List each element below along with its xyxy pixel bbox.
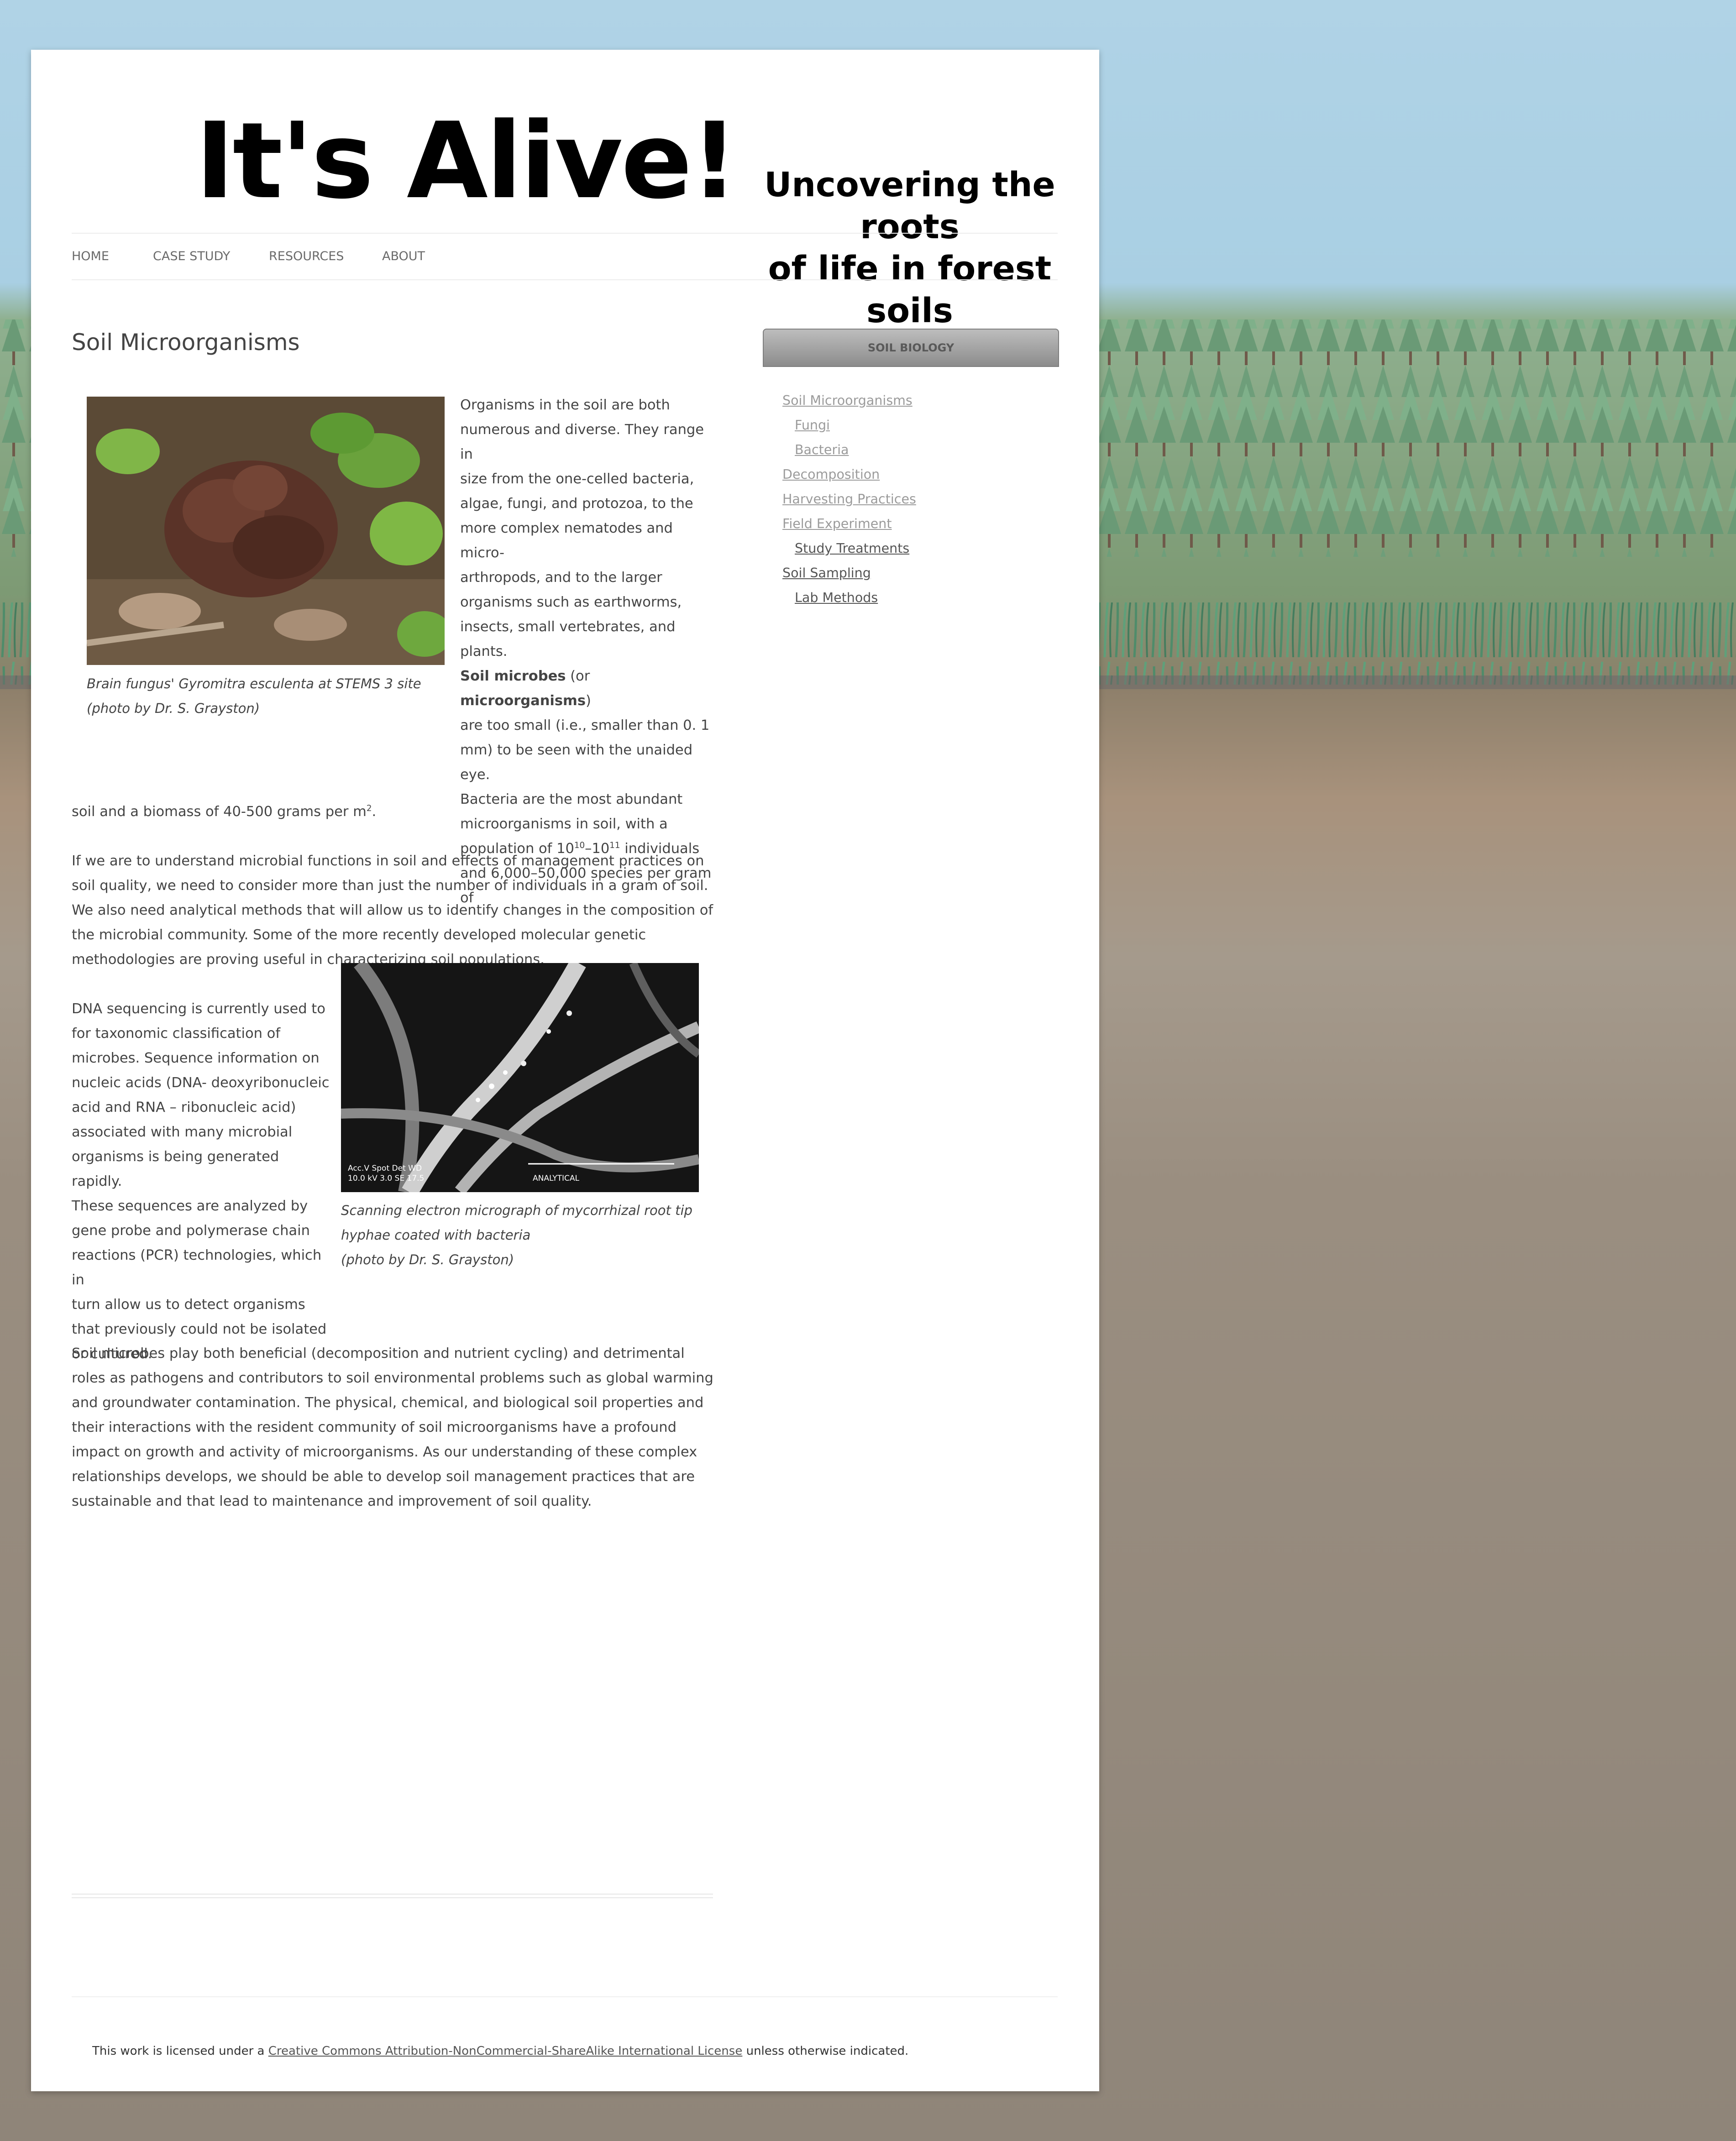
intro-line: size from the one-celled bacteria, [460,471,694,487]
intro-line: arthropods, and to the larger [460,570,662,586]
dna-line: These sequences are analyzed by [72,1198,308,1214]
biomass-text: soil and a biomass of 40-500 grams per m [72,804,367,820]
sem-overlay-text-1: Acc.V Spot Det WD [348,1164,422,1173]
intro-line: are too small (i.e., smaller than 0. 1 [460,717,710,733]
sidebar-link-lab-methods[interactable]: Lab Methods [795,590,878,605]
license-footer: This work is licensed under a Creative C… [92,2044,908,2058]
fungus-caption-line1: Brain fungus' Gyromitra esculenta at STE… [87,676,421,691]
methods-paragraph: If we are to understand microbial functi… [72,853,713,968]
sem-caption-line3: (photo by Dr. S. Grayston) [341,1252,514,1267]
sem-caption: Scanning electron micrograph of mycorrhi… [341,1198,706,1272]
dna-line: turn allow us to detect organisms [72,1297,305,1313]
fungus-caption-line2: (photo by Dr. S. Grayston) [87,701,260,716]
dna-line: acid and RNA – ribonucleic acid) [72,1099,296,1115]
dna-paragraph: DNA sequencing is currently used to for … [72,997,332,1366]
sidebar-link-decomposition[interactable]: Decomposition [782,467,880,482]
sidebar-link-study-treatments[interactable]: Study Treatments [795,541,909,556]
nav-home[interactable]: HOME [72,249,109,263]
sidebar-widget-title: SOIL BIOLOGY [763,329,1059,367]
intro-line: organisms such as earthworms, [460,594,682,610]
sem-caption-line1: Scanning electron micrograph of mycorrhi… [341,1203,692,1218]
sidebar-link-bacteria[interactable]: Bacteria [795,442,849,457]
sidebar-link-harvesting-practices[interactable]: Harvesting Practices [782,492,916,507]
license-link[interactable]: Creative Commons Attribution-NonCommerci… [268,2044,743,2058]
license-suffix: unless otherwise indicated. [742,2044,909,2058]
site-title: It's Alive! [195,100,738,222]
fungus-photo-caption: Brain fungus' Gyromitra esculenta at STE… [87,671,452,721]
intro-line: mm) to be seen with the unaided eye. [460,742,693,783]
intro-line-bold: Soil microbes (or microorganisms) [460,664,720,713]
sem-caption-line2: hyphae coated with bacteria [341,1227,531,1243]
intro-line: more complex nematodes and micro- [460,520,673,561]
footer-divider [72,1996,1058,1997]
nav-case-study[interactable]: CASE STUDY [153,249,230,263]
dna-line: nucleic acids (DNA- deoxyribonucleic [72,1075,330,1091]
dna-line: associated with many microbial [72,1124,293,1140]
intro-paragraph: Organisms in the soil are both numerous … [460,393,720,911]
intro-line: numerous and diverse. They range in [460,422,704,462]
dna-line: that previously could not be isolated [72,1321,327,1337]
sem-micrograph-photo: Acc.V Spot Det WD 10.0 kV 3.0 SE 17.5 AN… [341,963,699,1192]
sidebar-link-field-experiment[interactable]: Field Experiment [782,516,892,531]
sem-overlay-text-3: ANALYTICAL [533,1174,579,1183]
dna-line: for taxonomic classification of [72,1026,281,1042]
biomass-exponent: 2 [366,803,372,813]
intro-last-line: soil and a biomass of 40-500 grams per m… [72,800,713,824]
nav-about[interactable]: ABOUT [382,249,425,263]
page-container: It's Alive! Uncovering the roots of life… [31,50,1099,2091]
main-navigation: HOME CASE STUDY RESOURCES ABOUT [72,233,1058,280]
sidebar-link-soil-microorganisms[interactable]: Soil Microorganisms [782,393,913,408]
biomass-period: . [372,804,377,820]
dna-line: reactions (PCR) technologies, which in [72,1247,322,1288]
intro-after: ) [585,693,591,709]
intro-line: Organisms in the soil are both [460,397,670,413]
intro-line: insects, small vertebrates, and plants. [460,619,676,660]
sidebar-link-soil-sampling[interactable]: Soil Sampling [782,565,871,581]
intro-line: algae, fungi, and protozoa, to the [460,496,693,512]
intro-mid: (or [566,668,590,684]
bold-microorganisms: microorganisms [460,693,586,709]
content-divider [72,1894,713,1898]
bold-soil-microbes: Soil microbes [460,668,566,684]
dna-line: organisms is being generated rapidly. [72,1149,279,1189]
dna-line: microbes. Sequence information on [72,1050,320,1066]
nav-resources[interactable]: RESOURCES [269,249,344,263]
roles-paragraph: Soil microbes play both beneficial (deco… [72,1345,713,1509]
dna-line: gene probe and polymerase chain [72,1223,310,1239]
page-title: Soil Microorganisms [72,329,300,356]
fungus-photo [87,397,445,665]
sem-overlay-text-2: 10.0 kV 3.0 SE 17.5 [348,1174,424,1183]
dna-line: DNA sequencing is currently used to [72,1001,325,1017]
sidebar-link-fungi[interactable]: Fungi [795,418,830,433]
license-prefix: This work is licensed under a [92,2044,268,2058]
